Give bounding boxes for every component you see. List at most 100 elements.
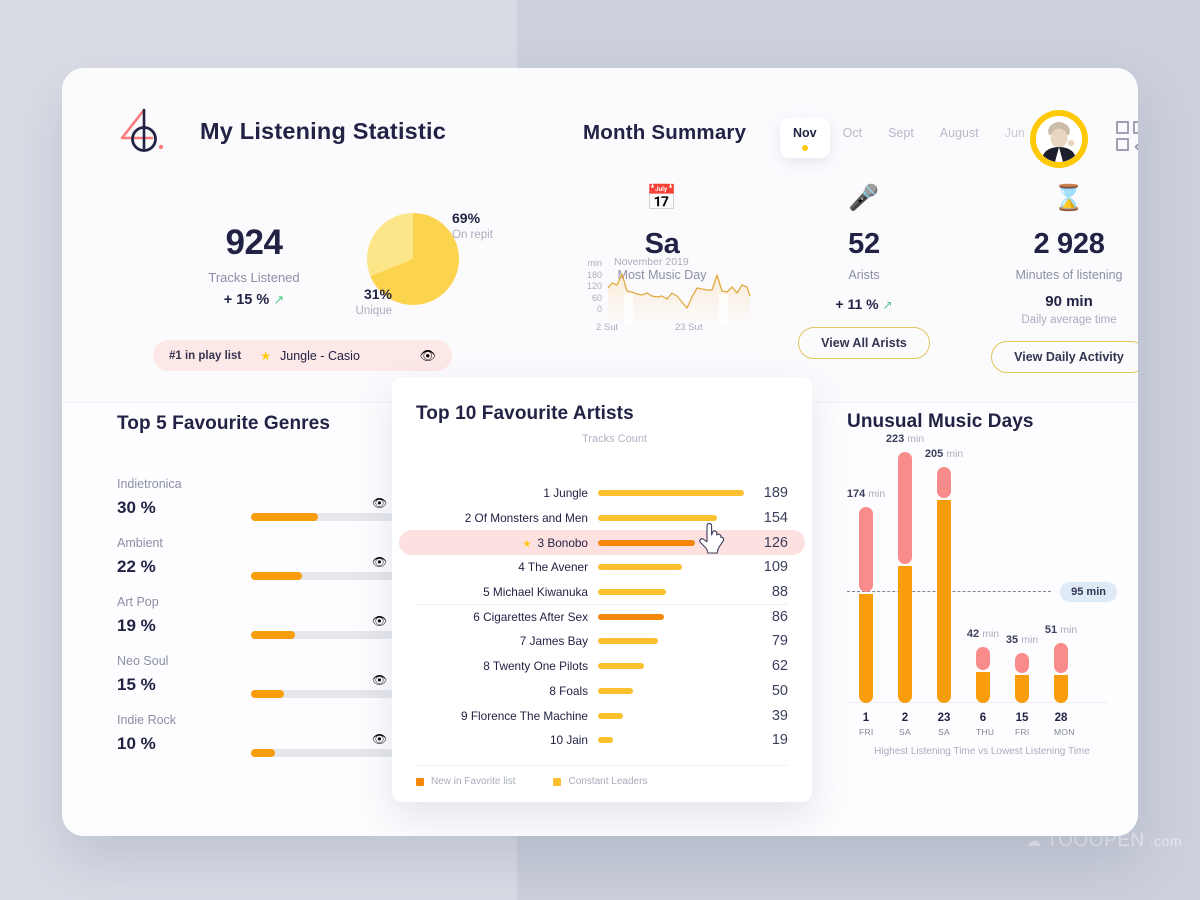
- month-tab-nov[interactable]: Nov: [780, 118, 830, 158]
- view-daily-activity-button[interactable]: View Daily Activity: [991, 341, 1138, 373]
- eye-icon[interactable]: 👁: [419, 348, 436, 364]
- artist-bar-zone: [588, 687, 752, 694]
- table-row[interactable]: 6 Cigarettes After Sex 86: [416, 604, 788, 629]
- artist-bar: [598, 564, 682, 571]
- artist-tracks-count: 189: [763, 485, 788, 502]
- axis-tick: 2 SA: [898, 712, 912, 737]
- artist-name: 6 Cigarettes After Sex: [473, 610, 588, 625]
- artist-tracks-count: 19: [771, 732, 788, 749]
- sparkline-ytick-0: 0: [596, 304, 602, 315]
- table-row[interactable]: 7 James Bay 79: [416, 629, 788, 654]
- summary-minutes: ⌛ 2 928 Minutes of listening 90 min Dail…: [969, 186, 1138, 373]
- artist-name: 8 Twenty One Pilots: [483, 659, 588, 674]
- unusual-bar-label: 42 min: [967, 628, 999, 640]
- top-playlist-pill[interactable]: #1 in play list ★ Jungle - Casio 👁: [153, 340, 452, 371]
- unusual-bar-column[interactable]: 205 min: [925, 448, 963, 703]
- artist-name: 8 Foals: [549, 683, 588, 698]
- table-row[interactable]: 1 Jungle 189: [416, 481, 788, 506]
- unusual-bar-low: [859, 594, 873, 703]
- tracks-count-column-header: Tracks Count: [582, 433, 648, 445]
- axis-day: 23: [937, 712, 951, 724]
- eye-icon[interactable]: 👁: [372, 496, 387, 510]
- genre-row: Art Pop 19 % 👁: [117, 595, 427, 654]
- unusual-bar-column[interactable]: 174 min: [847, 488, 885, 703]
- month-tab-sept[interactable]: Sept: [875, 118, 927, 146]
- eye-icon[interactable]: 👁: [372, 555, 387, 569]
- table-row[interactable]: ★ 3 Bonobo 126: [399, 530, 805, 556]
- unusual-bars: 174 min 223 min 205 min 42 min 35 min 51…: [847, 433, 1077, 703]
- unusual-bar-unit: min: [946, 448, 964, 460]
- genre-progress-track[interactable]: [251, 631, 393, 639]
- view-all-artists-button[interactable]: View All Arists: [798, 327, 930, 359]
- unusual-bar-high: [1015, 653, 1029, 673]
- artists-legend: New in Favorite list Constant Leaders: [416, 765, 788, 787]
- table-row[interactable]: 5 Michael Kiwanuka 88: [416, 580, 788, 605]
- playlist-track: Jungle - Casio: [280, 348, 360, 363]
- eye-icon[interactable]: 👁: [372, 732, 387, 746]
- artist-bar: [598, 614, 665, 621]
- artist-tracks-count: 109: [763, 559, 788, 576]
- sparkline-title: November 2019: [614, 256, 689, 268]
- artist-bar-zone: [588, 614, 752, 621]
- unusual-bar-unit: min: [868, 488, 886, 500]
- pie-on-repeat-label: On repit: [452, 228, 493, 241]
- month-tab-august-label: August: [939, 126, 979, 140]
- artist-bar: [598, 589, 666, 596]
- unusual-bar-column[interactable]: 51 min: [1045, 624, 1077, 703]
- artist-name: 2 Of Monsters and Men: [464, 511, 588, 526]
- month-tab-jun-label: Jun: [1004, 126, 1025, 140]
- artist-tracks-count: 86: [771, 609, 788, 626]
- table-row[interactable]: 4 The Avener 109: [416, 555, 788, 580]
- unusual-bar-column[interactable]: 35 min: [1006, 634, 1038, 703]
- month-tab-oct[interactable]: Oct: [830, 118, 875, 146]
- trend-up-icon: ↗: [882, 298, 893, 312]
- month-tab-sept-label: Sept: [888, 126, 914, 140]
- artist-name-label: 3 Bonobo: [537, 535, 588, 550]
- pie-label-unique: 31% Unique: [334, 286, 392, 318]
- tracks-delta-value: + 15 %: [223, 292, 270, 308]
- top-section: My Listening Statistic Month Summary Nov…: [62, 68, 1138, 403]
- eye-icon[interactable]: 👁: [372, 673, 387, 687]
- table-row[interactable]: 10 Jain 19: [416, 728, 788, 753]
- genre-progress-track[interactable]: [251, 572, 393, 580]
- unusual-bar-column[interactable]: 223 min: [886, 433, 924, 703]
- table-row[interactable]: 8 Twenty One Pilots 62: [416, 654, 788, 679]
- axis-weekday: THU: [976, 727, 995, 737]
- watermark-domain: .com: [1149, 833, 1182, 849]
- artist-tracks-count: 126: [763, 534, 788, 551]
- grid-icon[interactable]: [1111, 116, 1138, 156]
- genre-progress-track[interactable]: [251, 513, 393, 521]
- active-dot-icon: [801, 145, 808, 151]
- unusual-days-panel: Unusual Music Days 95 min 174 min 223 mi…: [847, 411, 1117, 757]
- month-tab-nov-label: Nov: [793, 126, 817, 140]
- table-row[interactable]: 9 Florence The Machine 39: [416, 703, 788, 728]
- genre-progress-track[interactable]: [251, 690, 393, 698]
- artist-tracks-count: 39: [771, 707, 788, 724]
- month-tab-august[interactable]: August: [927, 118, 992, 146]
- artist-name: ★ 3 Bonobo: [416, 536, 588, 550]
- sparkline-xtick-1: 2 Sut: [596, 322, 619, 333]
- unusual-bar-value: 205: [924, 448, 944, 460]
- axis-tick: 15 FRI: [1015, 712, 1029, 737]
- eye-icon[interactable]: 👁: [372, 614, 387, 628]
- artist-tracks-count: 79: [771, 633, 788, 650]
- summary-artists: 🎤 52 Arists + 11 % ↗ View All Arists: [764, 186, 964, 359]
- minutes-label: Minutes of listening: [1015, 268, 1123, 282]
- table-row[interactable]: 2 Of Monsters and Men 154: [416, 506, 788, 531]
- monthly-sparkline-chart: November 2019 min 180 120 60 0 2 Sut 23 …: [570, 256, 756, 336]
- legend-swatch-constant-icon: [553, 777, 562, 786]
- artists-card: Top 10 Favourite Artists Tracks Count 1 …: [392, 377, 812, 802]
- avatar[interactable]: [1030, 110, 1088, 168]
- trend-up-icon: ↗: [273, 292, 285, 307]
- unusual-bar-low: [1054, 675, 1068, 703]
- genre-name: Neo Soul: [117, 654, 169, 668]
- genre-progress-track[interactable]: [251, 749, 393, 757]
- daily-average-value: 90 min: [1045, 293, 1093, 310]
- unusual-bar-column[interactable]: 42 min: [967, 628, 999, 703]
- genre-progress-fill: [251, 631, 296, 639]
- unusual-bar-low: [898, 566, 912, 703]
- unusual-days-footer: Highest Listening Time vs Lowest Listeni…: [874, 746, 1090, 757]
- table-row[interactable]: 8 Foals 50: [416, 679, 788, 704]
- axis-weekday: MON: [1054, 727, 1075, 737]
- axis-day: 15: [1015, 712, 1029, 724]
